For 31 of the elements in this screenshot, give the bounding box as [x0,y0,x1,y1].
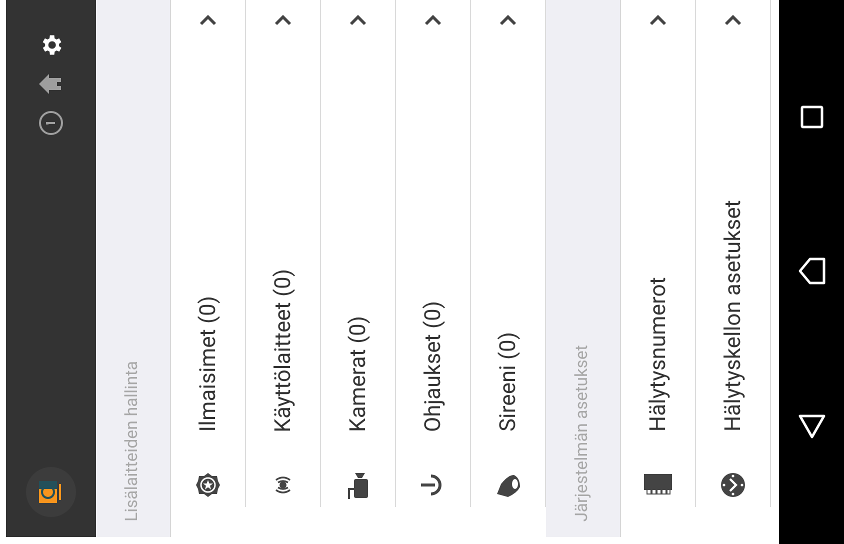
chevron-up-icon[interactable] [649,14,667,26]
item-label: Ohjaukset (0) [420,301,446,432]
list-item[interactable]: Ilmaisimet (0) [171,0,246,507]
camera-icon [346,472,370,500]
list-item[interactable]: Hälytysnumerot [621,0,696,507]
triangle-down-icon[interactable] [798,413,826,439]
item-label: Hälytyskellon asetukset [720,200,746,432]
section-title: Järjestelmän asetukset [571,345,594,522]
chevron-up-icon[interactable] [724,14,742,26]
list-item[interactable]: Hälytyskellon asetukset [696,0,771,507]
square-icon[interactable] [800,105,824,129]
dial-icon [720,472,746,498]
chevron-up-icon[interactable] [499,14,517,26]
list-item[interactable]: Kamerat (0) [321,0,396,507]
list-item[interactable]: Ohjaukset (0) [396,0,471,507]
item-label: Ilmaisimet (0) [194,296,222,432]
chevron-up-icon[interactable] [199,14,217,26]
item-label: Sireeni (0) [494,332,522,432]
item-label: Kamerat (0) [344,316,372,432]
item-label: Hälytysnumerot [644,277,672,432]
memory-chip-icon [643,472,673,496]
chevron-up-icon[interactable] [274,14,292,26]
back-icon[interactable] [796,256,826,286]
speaker-icon [494,472,522,500]
logo-icon [39,481,63,503]
badge-icon [195,472,221,498]
item-label: Käyttölaitteet (0) [270,268,296,432]
section-title: Lisälaitteiden hallinta [121,361,144,522]
list-item[interactable]: Käyttölaitteet (0) [246,0,321,507]
chevron-up-icon[interactable] [424,14,442,26]
chevron-up-icon[interactable] [349,14,367,26]
